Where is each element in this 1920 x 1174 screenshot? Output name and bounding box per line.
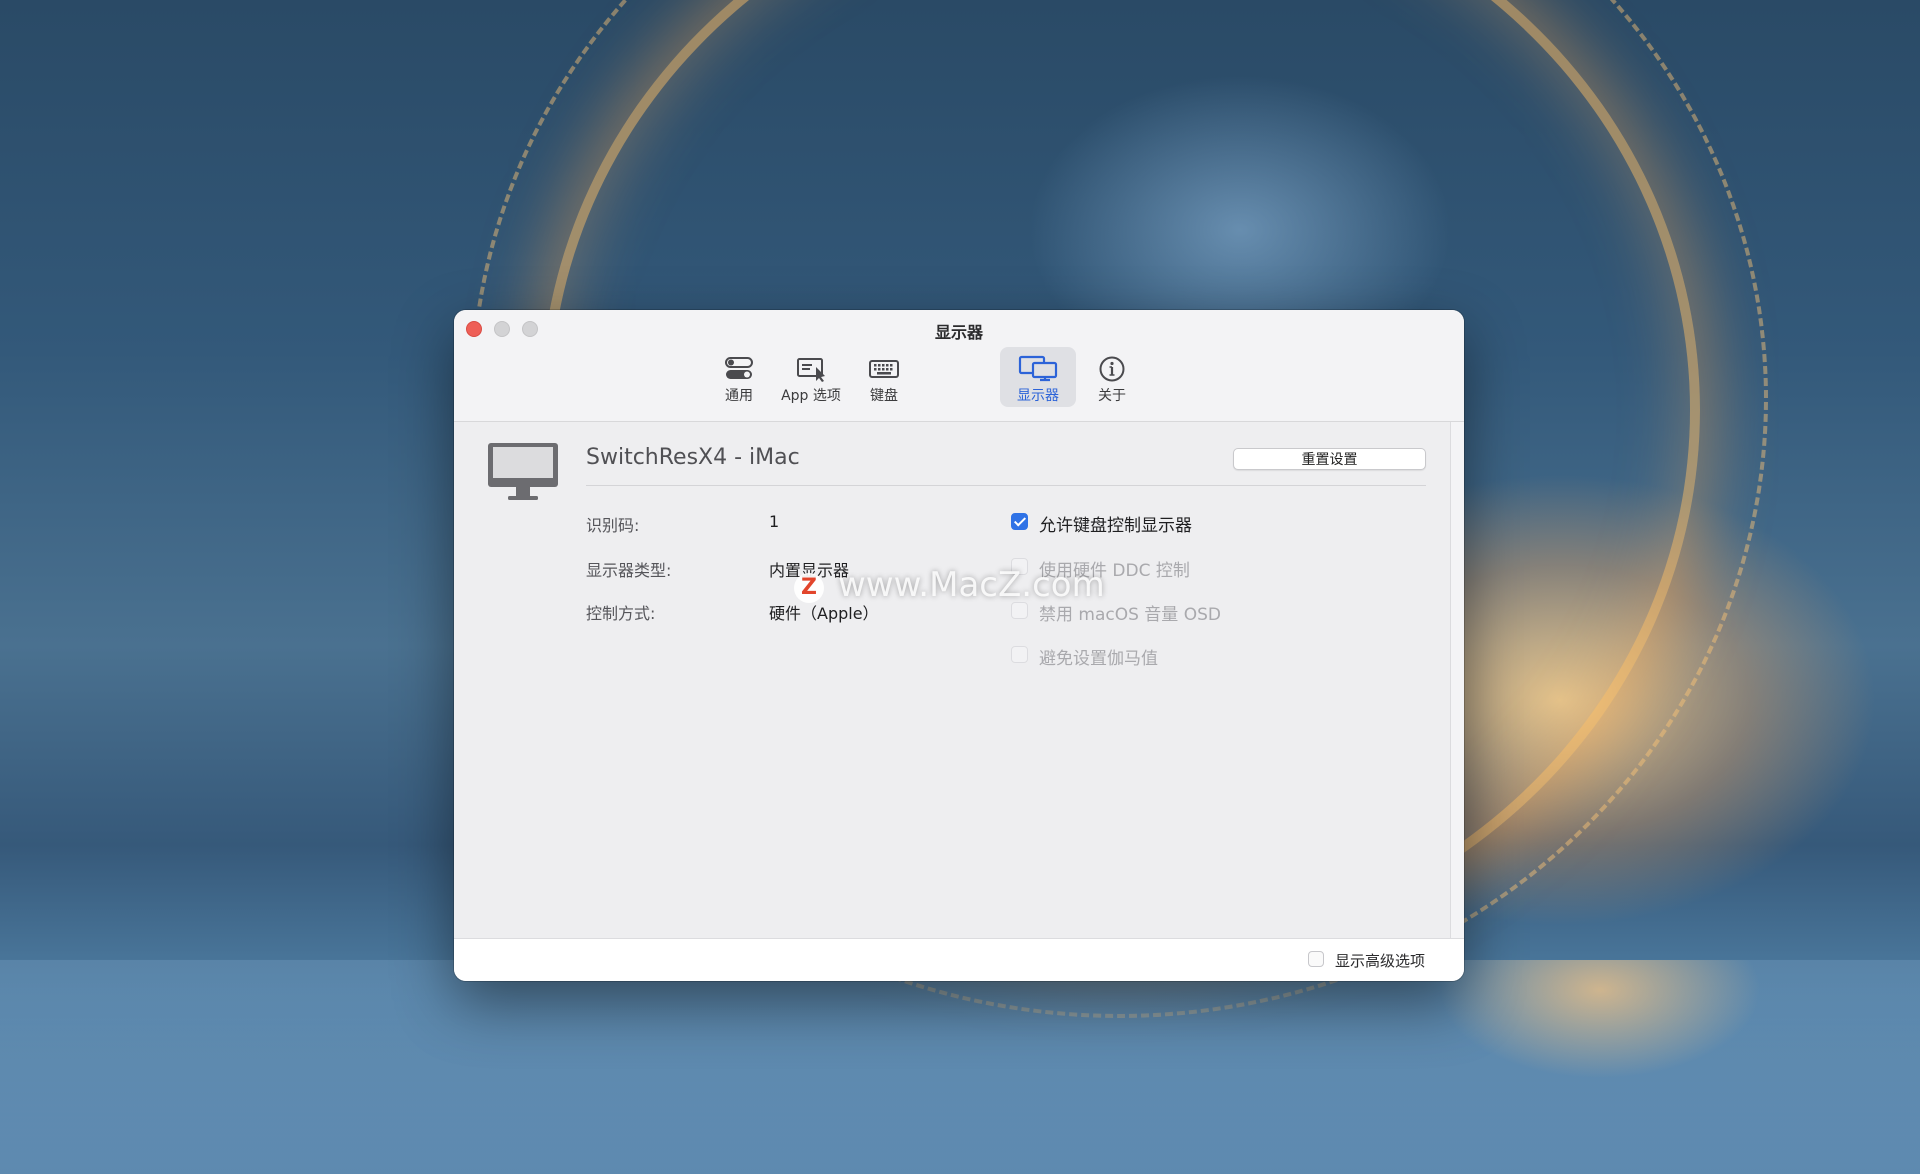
window-title: 显示器 xyxy=(934,323,983,342)
identifier-label: 识别码: xyxy=(586,516,640,535)
vertical-scrollbar[interactable] xyxy=(1450,422,1464,938)
tab-about[interactable]: 关于 xyxy=(1084,347,1140,407)
app-window-cursor-icon xyxy=(797,358,825,382)
tab-keyboard-label: 键盘 xyxy=(870,388,898,404)
wallpaper-water-glow xyxy=(1400,960,1820,1174)
titlebar: 显示器 通用 App 选项 键盘 显示器 关于 xyxy=(454,310,1464,422)
displays-icon xyxy=(1018,355,1058,382)
display-settings-pane xyxy=(454,422,1454,938)
watermark-text: www.MacZ.com xyxy=(838,565,1105,605)
header-divider xyxy=(586,485,1426,486)
keyboard-icon xyxy=(869,360,899,378)
preferences-window: 显示器 通用 App 选项 键盘 显示器 关于 SwitchResX4 - iM… xyxy=(454,310,1464,981)
preferences-toolbar: 通用 App 选项 键盘 显示器 关于 xyxy=(454,347,1464,411)
show-advanced-checkbox[interactable] xyxy=(1308,951,1324,967)
identifier-value: 1 xyxy=(769,512,780,531)
tab-displays-label: 显示器 xyxy=(1017,388,1059,404)
tab-keyboard[interactable]: 键盘 xyxy=(852,347,916,407)
reset-settings-button[interactable]: 重置设置 xyxy=(1233,448,1426,470)
watermark-logo: Z xyxy=(794,573,824,603)
tab-general-label: 通用 xyxy=(725,388,753,404)
allow-keyboard-control-checkbox[interactable] xyxy=(1011,513,1028,530)
avoid-gamma-checkbox xyxy=(1011,646,1028,663)
info-icon xyxy=(1099,356,1125,382)
tab-displays[interactable]: 显示器 xyxy=(1000,347,1076,407)
tab-about-label: 关于 xyxy=(1098,388,1126,404)
imac-icon xyxy=(488,443,558,500)
allow-keyboard-control-label: 允许键盘控制显示器 xyxy=(1039,516,1192,536)
display-type-label: 显示器类型: xyxy=(586,561,672,580)
control-method-label: 控制方式: xyxy=(586,604,656,623)
show-advanced-label[interactable]: 显示高级选项 xyxy=(1335,950,1425,971)
tab-app-options-label: App 选项 xyxy=(781,388,841,404)
toggle-icon xyxy=(725,357,753,379)
window-footer: 显示高级选项 xyxy=(454,938,1464,981)
tab-app-options[interactable]: App 选项 xyxy=(773,347,849,407)
avoid-gamma-label: 避免设置伽马值 xyxy=(1039,649,1158,669)
display-name: SwitchResX4 - iMac xyxy=(586,445,800,470)
tab-general[interactable]: 通用 xyxy=(710,347,768,407)
